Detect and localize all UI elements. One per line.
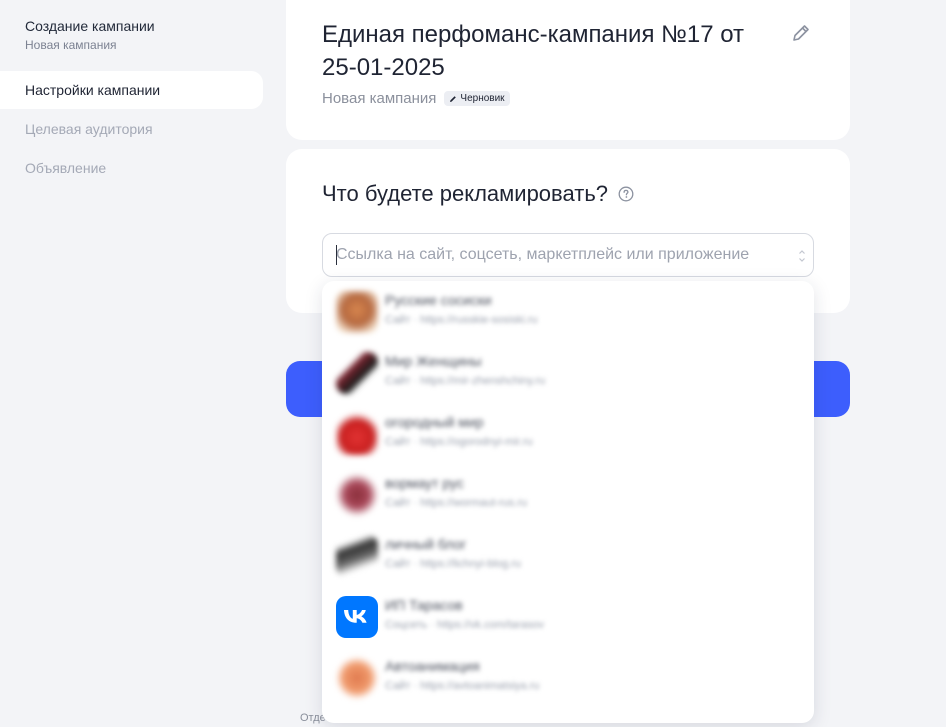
suggestion-name: огородный мир (385, 414, 484, 430)
sidebar-subtitle: Новая кампания (25, 38, 117, 52)
pepper-icon (336, 413, 378, 455)
knife-icon (336, 352, 378, 394)
suggestion-name: ИП Тарасов (385, 597, 463, 613)
suggestion-name: Русские сосиски (385, 292, 492, 308)
sidebar-item-ad[interactable]: Объявление (0, 149, 263, 187)
sidebar-header: Создание кампании Новая кампания (25, 17, 155, 52)
pencil-small-icon (450, 95, 457, 102)
campaign-status: Новая кампания (322, 90, 437, 107)
spinner-arrows-icon (799, 250, 805, 262)
suggestion-meta: Сайт · https://mir-zhenshchiny.ru (385, 375, 546, 387)
suggestion-meta: Соцсеть · https://vk.com/tarasov (385, 619, 545, 631)
suggestion-meta: Сайт · https://lichnyi-blog.ru (385, 558, 522, 570)
suggestion-item[interactable]: Мир Женщины Сайт · https://mir-zhenshchi… (322, 342, 814, 403)
suggestion-name: вормаут рус (385, 475, 464, 491)
draft-badge: Черновик (444, 91, 510, 106)
campaign-header-card: Единая перфоманс-кампания №17 от 25-01-2… (286, 0, 850, 140)
question-circle-icon[interactable] (618, 186, 634, 202)
figure-icon (336, 474, 378, 516)
suggestion-meta: Сайт · https://wormaut-rus.ru (385, 497, 528, 509)
sidebar-item-target-audience[interactable]: Целевая аудитория (0, 110, 263, 148)
suggestion-item[interactable]: личный блог Сайт · https://lichnyi-blog.… (322, 525, 814, 586)
suggestions-dropdown: Русские сосиски Сайт · https://russkie-s… (322, 281, 814, 723)
edit-title-button[interactable] (790, 22, 812, 44)
url-input[interactable] (323, 234, 783, 276)
draft-badge-label: Черновик (460, 93, 505, 104)
promotion-question-text: Что будете рекламировать? (322, 181, 609, 206)
sidebar-item-campaign-settings[interactable]: Настройки кампании (0, 71, 263, 109)
text-caret (336, 245, 337, 265)
suggestion-item[interactable]: вормаут рус Сайт · https://wormaut-rus.r… (322, 464, 814, 525)
vk-icon (336, 596, 378, 638)
campaign-status-row: Новая кампания Черновик (322, 90, 510, 107)
logo-mark-icon (336, 535, 378, 577)
suggestion-item[interactable]: Русские сосиски Сайт · https://russkie-s… (322, 281, 814, 342)
suggestion-name: Автоанимация (385, 658, 480, 674)
orange-circle-icon (336, 657, 378, 699)
suggestion-meta: Сайт · https://avtoanimatsiya.ru (385, 680, 540, 692)
suggestion-item[interactable]: Автоанимация Сайт · https://avtoanimatsi… (322, 647, 814, 708)
suggestion-item[interactable]: огородный мир Сайт · https://ogorodnyi-m… (322, 403, 814, 464)
suggestion-item[interactable]: ИП Тарасов Соцсеть · https://vk.com/tara… (322, 586, 814, 647)
suggestion-meta: Сайт · https://ogorodnyi-mir.ru (385, 436, 533, 448)
suggestion-name: Мир Женщины (385, 353, 482, 369)
food-icon (336, 291, 378, 333)
sidebar-title: Создание кампании (25, 18, 155, 34)
suggestion-name: личный блог (385, 536, 467, 552)
campaign-title: Единая перфоманс-кампания №17 от 25-01-2… (322, 21, 745, 81)
promotion-question: Что будете рекламировать? (322, 181, 634, 207)
pencil-icon (793, 25, 809, 41)
sidebar: Создание кампании Новая кампания Настрой… (0, 0, 270, 727)
suggestion-meta: Сайт · https://russkie-sosiski.ru (385, 314, 538, 326)
url-input-wrapper (322, 233, 814, 277)
